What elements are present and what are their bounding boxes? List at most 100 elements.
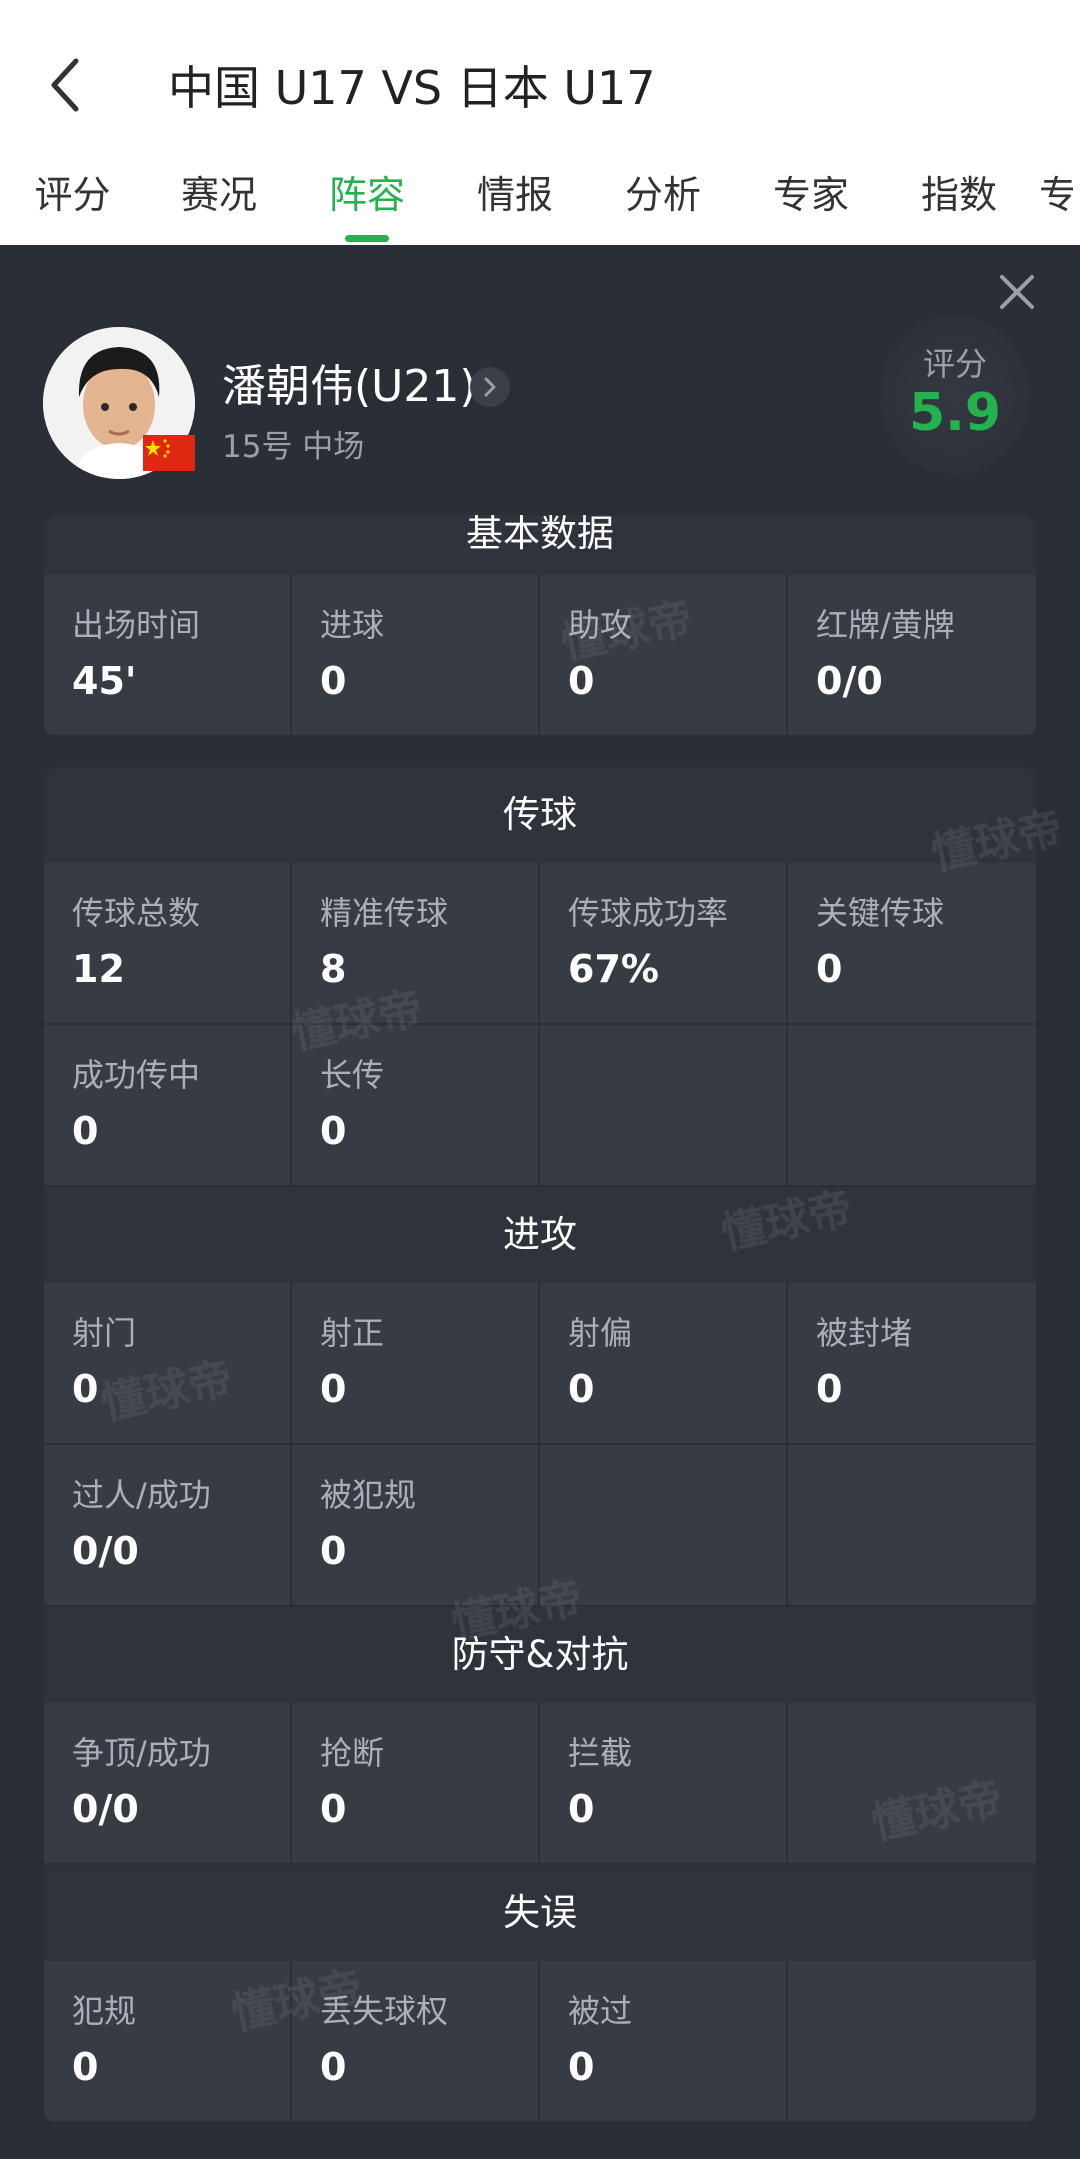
- stat-label: 射正: [320, 1314, 385, 1352]
- stat-cell: 传球总数 12: [44, 863, 292, 1025]
- close-icon: [1000, 275, 1034, 309]
- section-basic: 基本数据 出场时间 45' 进球 0 助攻 0 红牌/黄牌 0/0: [44, 515, 1036, 737]
- tab-overflow[interactable]: 专: [1033, 160, 1073, 240]
- stat-label: 射偏: [568, 1314, 633, 1352]
- stat-value: 0: [568, 659, 595, 703]
- stat-value: 8: [320, 947, 347, 991]
- stat-value: 0: [72, 1109, 99, 1153]
- stat-value: 0: [568, 1367, 595, 1411]
- player-stats-panel: 潘朝伟(U21) 15号 中场 评分 5.9 基本数据 出场时间 45' 进球 0 …: [0, 245, 1080, 2159]
- stat-value: 0/0: [72, 1787, 139, 1831]
- stat-cell: 关键传球 0: [788, 863, 1036, 1025]
- stat-value: 0: [320, 1529, 347, 1573]
- close-button[interactable]: [990, 265, 1044, 319]
- back-button[interactable]: [40, 55, 90, 115]
- section-passing: 传球 传球总数 12 精准传球 8 传球成功率 67% 关键传球 0 成功传中 0 长传 0: [44, 767, 1036, 1187]
- stat-value: 0/0: [72, 1529, 139, 1573]
- stat-cell-empty: [540, 1445, 788, 1607]
- stat-cell: 犯规 0: [44, 1961, 292, 2123]
- tab-odds[interactable]: 指数: [885, 160, 1033, 240]
- chevron-left-icon: [51, 58, 79, 112]
- stat-cell: 传球成功率 67%: [540, 863, 788, 1025]
- stat-label: 出场时间: [72, 606, 201, 644]
- rating-label: 评分: [922, 345, 987, 383]
- stat-value: 67%: [568, 947, 659, 991]
- stat-cell: 射门 0: [44, 1283, 292, 1445]
- section-defense: 防守&对抗 争顶/成功 0/0 抢断 0 拦截 0: [44, 1607, 1036, 1865]
- tab-lineup[interactable]: 阵容: [293, 160, 441, 242]
- stat-value: 0: [72, 1367, 99, 1411]
- rating-badge: 评分 5.9: [880, 315, 1030, 475]
- player-number-position: 15号 中场: [222, 429, 365, 465]
- tab-experts[interactable]: 专家: [737, 160, 885, 240]
- stat-cell: 被犯规 0: [292, 1445, 540, 1607]
- tab-analysis[interactable]: 分析: [589, 160, 737, 240]
- tab-bar: 评分 赛况 阵容 情报 分析 专家 指数 专: [0, 160, 1080, 242]
- stat-cell: 拦截 0: [540, 1703, 788, 1865]
- stat-cell: 长传 0: [292, 1025, 540, 1187]
- stat-label: 射门: [72, 1314, 137, 1352]
- player-name[interactable]: 潘朝伟(U21): [222, 357, 477, 417]
- stat-label: 红牌/黄牌: [816, 606, 955, 644]
- tab-rating[interactable]: 评分: [0, 160, 145, 240]
- top-bar: 中国 U17 VS 日本 U17 评分 赛况 阵容 情报 分析 专家 指数 专: [0, 0, 1080, 245]
- stat-label: 精准传球: [320, 894, 449, 932]
- stat-label: 长传: [320, 1056, 385, 1094]
- stat-label: 助攻: [568, 606, 633, 644]
- stat-value: 12: [72, 947, 125, 991]
- tab-lineup-label: 阵容: [328, 173, 405, 217]
- stat-cell: 抢断 0: [292, 1703, 540, 1865]
- stat-label: 被封堵: [816, 1314, 913, 1352]
- stat-label: 丢失球权: [320, 1992, 449, 2030]
- stat-label: 被犯规: [320, 1476, 417, 1514]
- stat-label: 进球: [320, 606, 385, 644]
- stat-value: 0: [320, 2045, 347, 2089]
- stat-value: 0: [320, 659, 347, 703]
- stat-cell: 成功传中 0: [44, 1025, 292, 1187]
- stat-value: 0: [568, 1787, 595, 1831]
- match-title: 中国 U17 VS 日本 U17: [168, 61, 656, 115]
- rating-value: 5.9: [908, 383, 1002, 443]
- stat-label: 关键传球: [816, 894, 945, 932]
- stat-cell: 被过 0: [540, 1961, 788, 2123]
- stat-cell: 射正 0: [292, 1283, 540, 1445]
- stat-value: 0: [72, 2045, 99, 2089]
- stat-cell-empty: [540, 1025, 788, 1187]
- stat-label: 拦截: [568, 1734, 633, 1772]
- stat-label: 抢断: [320, 1734, 385, 1772]
- section-title: 进攻: [44, 1187, 1036, 1283]
- stat-label: 传球总数: [72, 894, 201, 932]
- stat-value: 0: [816, 947, 843, 991]
- stat-value: 0: [320, 1367, 347, 1411]
- stat-label: 传球成功率: [568, 894, 729, 932]
- chevron-right-icon: [484, 377, 496, 397]
- stat-cell: 丢失球权 0: [292, 1961, 540, 2123]
- section-title: 失误: [44, 1865, 1036, 1961]
- stat-label: 被过: [568, 1992, 633, 2030]
- stat-cell-empty: [788, 1445, 1036, 1607]
- stat-cell: 红牌/黄牌 0/0: [788, 575, 1036, 737]
- stat-value: 0: [568, 2045, 595, 2089]
- stat-label: 犯规: [72, 1992, 137, 2030]
- stat-cell-empty: [788, 1703, 1036, 1865]
- player-detail-button[interactable]: [470, 367, 510, 407]
- stat-cell-empty: [788, 1025, 1036, 1187]
- tab-live[interactable]: 赛况: [145, 160, 293, 240]
- stat-value: 45': [72, 659, 137, 703]
- tab-intel[interactable]: 情报: [441, 160, 589, 240]
- stat-cell: 射偏 0: [540, 1283, 788, 1445]
- section-title: 传球: [44, 767, 1036, 863]
- section-attack: 进攻 射门 0 射正 0 射偏 0 被封堵 0 过人/成功 0/0 被犯规 0: [44, 1187, 1036, 1607]
- stat-cell: 助攻 0: [540, 575, 788, 737]
- stat-value: 0: [320, 1787, 347, 1831]
- section-title: 基本数据: [44, 515, 1036, 575]
- stat-value: 0: [320, 1109, 347, 1153]
- stat-label: 过人/成功: [72, 1476, 211, 1514]
- stats-table: 基本数据 出场时间 45' 进球 0 助攻 0 红牌/黄牌 0/0 传球 传球总数 12 …: [44, 515, 1036, 2153]
- stat-value: 0/0: [816, 659, 883, 703]
- section-title: 防守&对抗: [44, 1607, 1036, 1703]
- stat-cell: 进球 0: [292, 575, 540, 737]
- stat-cell-empty: [788, 1961, 1036, 2123]
- stat-label: 争顶/成功: [72, 1734, 211, 1772]
- stat-value: 0: [816, 1367, 843, 1411]
